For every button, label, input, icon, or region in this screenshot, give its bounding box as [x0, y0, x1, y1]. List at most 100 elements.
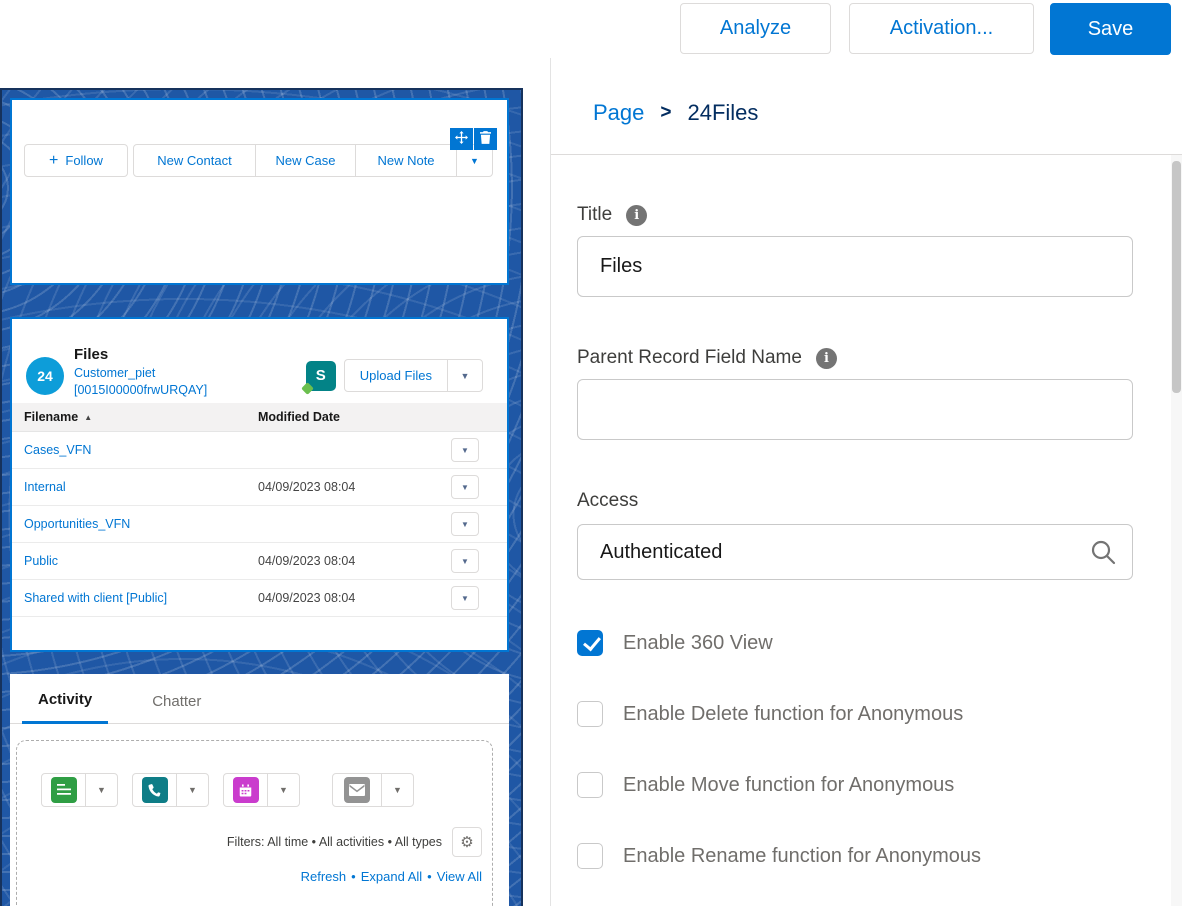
delete-component-button[interactable]: [474, 128, 497, 150]
title-field-label-row: Title i: [577, 204, 1133, 226]
follow-label: Follow: [65, 153, 103, 168]
new-case-button[interactable]: New Case: [255, 144, 356, 177]
table-row: Shared with client [Public] 04/09/2023 0…: [12, 580, 507, 617]
enable-delete-anonymous-checkbox[interactable]: [577, 701, 603, 727]
record-id-link[interactable]: [0015I00000frwURQAY]: [74, 383, 207, 397]
row-actions-dropdown[interactable]: ▼: [451, 586, 479, 610]
activity-tabs: Activity Chatter: [10, 674, 509, 724]
row-actions-dropdown[interactable]: ▼: [451, 549, 479, 573]
parent-record-field-input[interactable]: [577, 379, 1133, 440]
log-call-dropdown-button[interactable]: ▼: [176, 773, 209, 807]
table-row: Opportunities_VFN ▼: [12, 506, 507, 543]
bullet-separator: •: [351, 869, 356, 884]
builder-toolbar: Analyze Activation... Save: [0, 0, 1182, 58]
activity-links-row: Refresh • Expand All • View All: [17, 869, 492, 884]
files-component[interactable]: 24 Files Customer_piet [0015I00000frwURQ…: [10, 317, 509, 652]
component-property-panel: Page > 24Files Title i Parent Record Fie…: [550, 58, 1182, 906]
file-modified-date: 04/09/2023 08:04: [258, 591, 451, 605]
parent-record-field-label-row: Parent Record Field Name i: [577, 347, 1133, 369]
files-table-header: Filename ▲ Modified Date: [12, 403, 507, 432]
new-task-button[interactable]: [41, 773, 86, 807]
enable-rename-anonymous-checkbox[interactable]: [577, 843, 603, 869]
files-app-icon: 24: [26, 357, 64, 395]
activity-chatter-component[interactable]: Activity Chatter ▼: [10, 674, 509, 906]
files-card-title: Files: [74, 346, 207, 363]
checkbox-label: Enable Rename function for Anonymous: [623, 845, 981, 868]
chevron-down-icon: ▼: [188, 785, 197, 795]
chevron-down-icon: ▼: [461, 483, 469, 492]
new-task-group: ▼: [41, 773, 118, 807]
breadcrumb-page-link[interactable]: Page: [593, 100, 644, 126]
email-group: ▼: [332, 773, 414, 807]
log-call-button[interactable]: [132, 773, 177, 807]
filters-summary: Filters: All time • All activities • All…: [227, 835, 442, 849]
chevron-down-icon: ▼: [461, 371, 470, 381]
checkbox-label: Enable Move function for Anonymous: [623, 774, 954, 797]
file-modified-date: 04/09/2023 08:04: [258, 554, 451, 568]
file-modified-date: 04/09/2023 08:04: [258, 480, 451, 494]
move-component-button[interactable]: [450, 128, 473, 150]
phone-icon: [142, 777, 168, 803]
calendar-icon: [233, 777, 259, 803]
enable-move-anonymous-checkbox[interactable]: [577, 772, 603, 798]
chevron-down-icon: ▼: [97, 785, 106, 795]
info-icon[interactable]: i: [626, 205, 647, 226]
new-note-button[interactable]: New Note: [355, 144, 457, 177]
record-highlights-component[interactable]: + Follow New Contact New Case New Note ▼: [10, 98, 509, 285]
activation-button[interactable]: Activation...: [849, 3, 1034, 54]
file-link[interactable]: Internal: [24, 480, 66, 494]
new-event-group: ▼: [223, 773, 300, 807]
tab-activity[interactable]: Activity: [22, 691, 108, 724]
row-actions-dropdown[interactable]: ▼: [451, 512, 479, 536]
refresh-link[interactable]: Refresh: [301, 869, 347, 884]
activity-composer-panel: ▼ ▼ ▼: [16, 740, 493, 906]
access-combobox[interactable]: Authenticated: [577, 524, 1133, 580]
chevron-down-icon: ▼: [470, 156, 479, 166]
file-link[interactable]: Public: [24, 554, 58, 568]
enable-360-view-checkbox[interactable]: [577, 630, 603, 656]
bullet-separator: •: [427, 869, 432, 884]
tab-chatter[interactable]: Chatter: [136, 693, 217, 723]
file-link[interactable]: Cases_VFN: [24, 443, 91, 457]
log-call-group: ▼: [132, 773, 209, 807]
access-value: Authenticated: [600, 541, 722, 564]
save-button[interactable]: Save: [1050, 3, 1171, 55]
record-actions-group: New Contact New Case New Note ▼: [133, 144, 493, 177]
table-row: Cases_VFN ▼: [12, 432, 507, 469]
file-link[interactable]: Shared with client [Public]: [24, 591, 167, 605]
task-dropdown-button[interactable]: ▼: [85, 773, 118, 807]
view-all-link[interactable]: View All: [437, 869, 482, 884]
email-dropdown-button[interactable]: ▼: [381, 773, 414, 807]
page-canvas[interactable]: + Follow New Contact New Case New Note ▼…: [0, 88, 523, 906]
new-contact-button[interactable]: New Contact: [133, 144, 256, 177]
task-icon: [51, 777, 77, 803]
row-actions-dropdown[interactable]: ▼: [451, 438, 479, 462]
files-titles: Files Customer_piet [0015I00000frwURQAY]: [74, 345, 207, 397]
follow-button[interactable]: + Follow: [24, 144, 128, 177]
record-link[interactable]: Customer_piet: [74, 366, 207, 380]
breadcrumb-separator-icon: >: [660, 102, 671, 124]
access-field-label: Access: [577, 490, 638, 512]
event-dropdown-button[interactable]: ▼: [267, 773, 300, 807]
filename-column-header[interactable]: Filename ▲: [12, 410, 258, 424]
upload-files-button[interactable]: Upload Files: [344, 359, 448, 392]
checkbox-label: Enable 360 View: [623, 632, 773, 655]
activity-filters-row: Filters: All time • All activities • All…: [17, 827, 492, 857]
upload-dropdown-button[interactable]: ▼: [447, 359, 483, 392]
info-icon[interactable]: i: [816, 348, 837, 369]
trash-icon: [480, 131, 491, 147]
analyze-button[interactable]: Analyze: [680, 3, 831, 54]
chevron-down-icon: ▼: [461, 557, 469, 566]
email-button[interactable]: [332, 773, 382, 807]
gear-icon: ⚙: [460, 833, 473, 851]
panel-scrollbar-thumb[interactable]: [1172, 161, 1181, 393]
chevron-down-icon: ▼: [461, 594, 469, 603]
search-icon: [1090, 539, 1116, 565]
file-link[interactable]: Opportunities_VFN: [24, 517, 130, 531]
expand-all-link[interactable]: Expand All: [361, 869, 422, 884]
panel-scrollbar[interactable]: [1171, 155, 1182, 906]
filters-settings-button[interactable]: ⚙: [452, 827, 482, 857]
new-event-button[interactable]: [223, 773, 268, 807]
row-actions-dropdown[interactable]: ▼: [451, 475, 479, 499]
title-input[interactable]: [577, 236, 1133, 297]
